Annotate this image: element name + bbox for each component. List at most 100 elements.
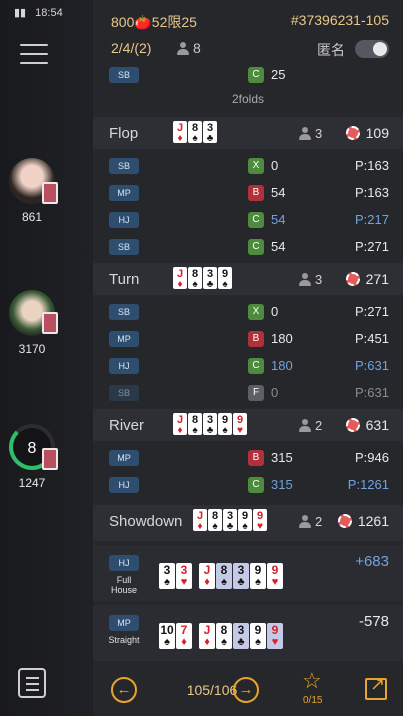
- running-pot: P:217: [355, 212, 389, 227]
- action-amount: 180: [271, 358, 293, 373]
- playing-card: 3 ♣: [203, 413, 217, 436]
- action-row: MP B 180 P:451: [93, 326, 403, 353]
- playing-card: J ♦: [173, 121, 187, 144]
- action-amount: 54: [271, 212, 286, 227]
- panel-header: 800🍅52限25 #37396231-105 2/4/(2) 8 匿名: [93, 0, 403, 62]
- hand-rank: Straight: [108, 635, 140, 645]
- running-pot: P:631: [355, 358, 389, 373]
- playing-card: 8 ♠: [188, 267, 202, 290]
- playing-card: 8 ♠: [208, 509, 222, 532]
- playing-card: 9 ♠: [218, 413, 232, 436]
- playing-card: 8 ♠: [216, 623, 232, 649]
- hand-list-icon[interactable]: [18, 668, 46, 698]
- action-badge: C: [248, 477, 264, 493]
- person-icon: [299, 127, 311, 140]
- next-hand-button[interactable]: →: [233, 677, 259, 703]
- playing-card: 9 ♥: [233, 413, 247, 436]
- position-badge: SB: [109, 385, 139, 401]
- position-badge: SB: [109, 239, 139, 255]
- position-badge: SB: [109, 67, 139, 83]
- person-icon: [299, 515, 311, 528]
- person-icon: [299, 273, 311, 286]
- hand-id: #37396231-105: [290, 12, 389, 28]
- player-chips: 3170: [18, 342, 46, 356]
- playing-card: 3 ♣: [203, 121, 217, 144]
- players-left: 2: [299, 514, 322, 529]
- chip-icon: [337, 514, 352, 528]
- running-pot: P:163: [355, 158, 389, 173]
- action-row: SB C 25: [93, 62, 403, 89]
- action-amount: 0: [271, 304, 279, 319]
- players-left: 2: [299, 418, 322, 433]
- round-info: 2/4/(2): [111, 40, 152, 56]
- action-amount: 315: [271, 477, 293, 492]
- player-seat[interactable]: 8 1247: [6, 424, 58, 490]
- action-row: HJ C 180 P:631: [93, 353, 403, 380]
- playing-card: 9 ♠: [218, 267, 232, 290]
- players-left: 3: [299, 126, 322, 141]
- playing-card: 9 ♥: [253, 509, 267, 532]
- share-icon[interactable]: [365, 674, 387, 700]
- showdown-result[interactable]: HJ Full House 3 ♠ 3 ♥ J ♦ 8 ♠ 3 ♣ 9 ♠ 9 ♥ +683: [93, 545, 403, 601]
- position-badge: SB: [109, 158, 139, 174]
- action-row: MP B 315 P:946: [93, 445, 403, 472]
- playing-card: 8 ♠: [188, 121, 202, 144]
- board-cards: J ♦ 8 ♠ 3 ♣: [173, 121, 218, 144]
- running-pot: P:163: [355, 185, 389, 200]
- running-pot: P:631: [355, 385, 389, 400]
- playing-card: J ♦: [199, 623, 215, 649]
- playing-card: 3 ♠: [159, 563, 175, 589]
- person-icon: [177, 42, 189, 55]
- action-badge: F: [248, 385, 264, 401]
- running-pot: P:1261: [347, 477, 389, 492]
- action-row: SB C 54 P:271: [93, 234, 403, 261]
- action-amount: 180: [271, 331, 293, 346]
- running-pot: P:946: [355, 450, 389, 465]
- card-back-icon: [42, 182, 58, 204]
- action-row: SB F 0 P:631: [93, 380, 403, 407]
- menu-icon[interactable]: [20, 44, 48, 66]
- anonymous-toggle[interactable]: [355, 40, 389, 58]
- player-seat[interactable]: 861: [6, 158, 58, 224]
- tomato-icon: 🍅: [134, 14, 152, 30]
- player-chips: 861: [21, 210, 43, 224]
- street-name: Showdown: [109, 513, 183, 530]
- prev-hand-button[interactable]: ←: [111, 677, 137, 703]
- running-pot: P:271: [355, 304, 389, 319]
- action-amount: 0: [271, 385, 279, 400]
- playing-card: 3 ♣: [233, 623, 249, 649]
- chip-icon: [345, 126, 360, 140]
- street-name: Turn: [109, 271, 140, 288]
- favorite-star-icon[interactable]: ☆: [302, 670, 322, 692]
- playing-card: 9 ♥: [267, 623, 283, 649]
- chip-delta: +683: [355, 553, 389, 570]
- player-count: 8: [177, 40, 201, 56]
- action-badge: C: [248, 358, 264, 374]
- playing-card: 10 ♠: [159, 623, 175, 649]
- street-header-showdown: Showdown J ♦ 8 ♠ 3 ♣ 9 ♠ 9 ♥ 2 1261: [93, 505, 403, 541]
- player-seat[interactable]: 3170: [6, 290, 58, 356]
- playing-card: 7 ♦: [176, 623, 192, 649]
- status-bar: ▮▮ 18:54: [8, 6, 63, 19]
- favorite-count: 0/15: [303, 695, 323, 706]
- action-amount: 54: [271, 239, 286, 254]
- position-badge: MP: [109, 615, 139, 631]
- player-chips: 1247: [18, 476, 46, 490]
- playing-card: J ♦: [173, 413, 187, 436]
- position-badge: SB: [109, 304, 139, 320]
- position-badge: MP: [109, 450, 139, 466]
- hand-rank: Full House: [110, 575, 137, 595]
- running-pot: P:271: [355, 239, 389, 254]
- chip-icon: [345, 272, 360, 286]
- left-rail: ▮▮ 18:54 861 3170 8 1247: [0, 0, 93, 716]
- action-badge: B: [248, 450, 264, 466]
- board-cards: J ♦ 8 ♠ 3 ♣ 9 ♠ 9 ♥: [173, 413, 248, 436]
- playing-card: 8 ♠: [216, 563, 232, 589]
- showdown-result[interactable]: MP Straight 10 ♠ 7 ♦ J ♦ 8 ♠ 3 ♣ 9 ♠ 9 ♥ -578: [93, 605, 403, 661]
- status-time: 18:54: [35, 7, 63, 19]
- action-badge: X: [248, 304, 264, 320]
- hand-cards: 3 ♠ 3 ♥ J ♦ 8 ♠ 3 ♣ 9 ♠ 9 ♥: [159, 563, 284, 589]
- street-name: Flop: [109, 125, 139, 142]
- action-row: HJ C 315 P:1261: [93, 472, 403, 499]
- chip-icon: [345, 418, 360, 432]
